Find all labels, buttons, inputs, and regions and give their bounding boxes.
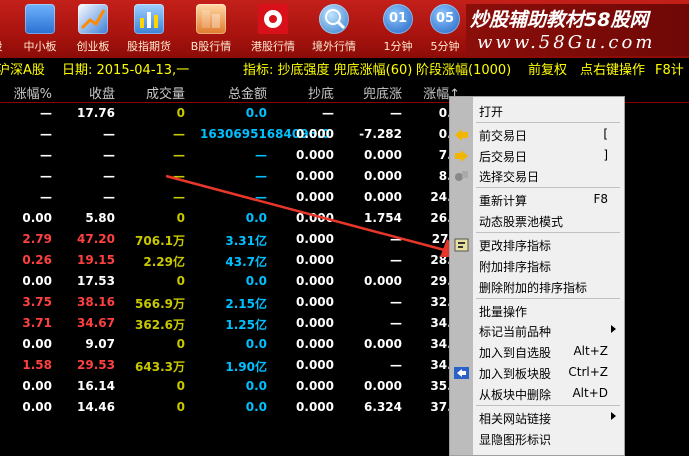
menu-item-add-watchlist[interactable]: 加入到自选股 Alt+Z xyxy=(450,341,624,361)
calendar-pick-icon xyxy=(454,168,469,182)
menu-item-next-day[interactable]: 后交易日 ] xyxy=(450,145,624,165)
menu-item-select-day[interactable]: 选择交易日 xyxy=(450,165,624,185)
menu-item-change-sort[interactable]: 更改排序指标 xyxy=(450,234,624,254)
context-menu: 打开 前交易日 [ 后交易日 ] 选择交易日 重新计算 F8 动态股票池模式 更… xyxy=(449,96,625,456)
menu-item-remove-block[interactable]: 从板块中删除 Alt+D xyxy=(450,383,624,403)
submenu-arrow-icon xyxy=(611,325,616,333)
menu-item-add-block[interactable]: 加入到板块股 Ctrl+Z xyxy=(450,362,624,382)
menu-separator xyxy=(476,405,620,406)
menu-item-mark[interactable]: 标记当前品种 xyxy=(450,320,624,340)
menu-item-batch[interactable]: 批量操作 xyxy=(450,300,624,320)
menu-item-dynamic-pool[interactable]: 动态股票池模式 xyxy=(450,210,624,230)
menu-separator xyxy=(476,122,620,123)
menu-item-add-sort[interactable]: 附加排序指标 xyxy=(450,255,624,275)
menu-item-open[interactable]: 打开 xyxy=(450,100,624,120)
arrow-right-icon xyxy=(454,148,469,162)
menu-item-related-links[interactable]: 相关网站链接 xyxy=(450,407,624,427)
add-to-block-icon xyxy=(454,365,469,379)
menu-item-toggle-marks[interactable]: 显隐图形标识 xyxy=(450,428,624,448)
sort-indicator-icon xyxy=(454,237,469,252)
menu-item-prev-day[interactable]: 前交易日 [ xyxy=(450,124,624,144)
menu-separator xyxy=(476,187,620,188)
menu-separator xyxy=(476,232,620,233)
menu-separator xyxy=(476,298,620,299)
submenu-arrow-icon xyxy=(611,412,616,420)
menu-item-recalculate[interactable]: 重新计算 F8 xyxy=(450,189,624,209)
menu-item-remove-sort[interactable]: 删除附加的排序指标 xyxy=(450,276,624,296)
arrow-left-icon xyxy=(454,127,469,141)
